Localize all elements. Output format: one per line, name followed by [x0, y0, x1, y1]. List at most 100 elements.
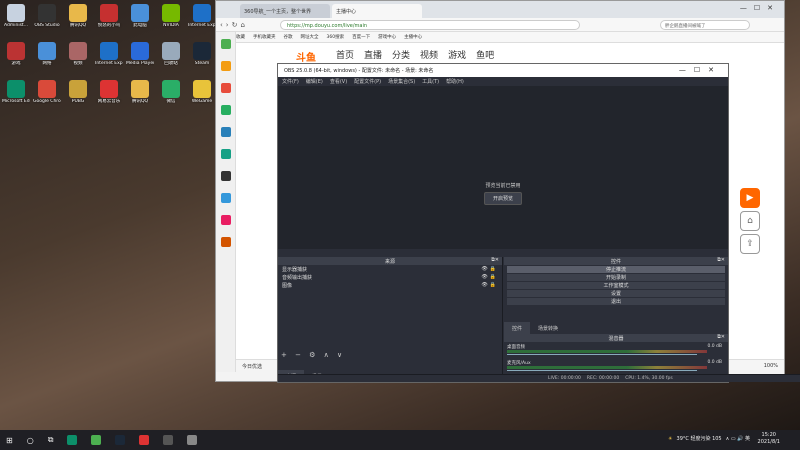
desktop-icon[interactable]: 网易云音乐 [95, 80, 123, 114]
obs-menu-item[interactable]: 工具(T) [422, 78, 439, 85]
home-float-icon[interactable]: ⌂ [740, 211, 760, 231]
desktop-icon[interactable]: 腾讯QQ [126, 80, 154, 114]
obs-menu-item[interactable]: 配置文件(P) [354, 78, 381, 85]
desktop-icon[interactable]: Google Chrome [33, 80, 61, 114]
sidebar-app-icon[interactable] [220, 61, 231, 71]
edge-icon[interactable] [67, 435, 78, 445]
bookmarks-bar: 收藏 手机收藏夹 谷歌 网址大全 360搜索 百度一下 游戏中心 主播中心 [216, 32, 784, 43]
obs-menu-item[interactable]: 文件(F) [282, 78, 299, 85]
site-nav-item[interactable]: 分类 [392, 48, 410, 61]
sidebar-app-icon[interactable] [220, 149, 231, 159]
sidebar-app-icon[interactable] [220, 127, 231, 137]
desktop-icon[interactable]: 视频 [64, 42, 92, 76]
preview-disabled-text: 预览当前已禁用 [485, 183, 521, 189]
site-nav-item[interactable]: 首页 [336, 48, 354, 61]
task-view-icon[interactable]: ⧉ [48, 435, 54, 445]
source-item[interactable]: 显示器捕获 👁🔒 [278, 265, 502, 273]
source-toolbar[interactable]: + − ⚙ ∧ ∨ [278, 351, 503, 360]
desktop-icon[interactable]: 愤怒的小鸟 [95, 4, 123, 38]
sidebar-app-icon[interactable] [220, 193, 231, 203]
desktop-icon[interactable]: 微信 [157, 80, 185, 114]
source-item[interactable]: 音频输出捕获 👁🔒 [278, 273, 502, 281]
site-nav-item[interactable]: 直播 [364, 48, 382, 61]
desktop-icon-image [38, 42, 56, 60]
site-nav-item[interactable]: 游戏 [448, 48, 466, 61]
sidebar-app-icon[interactable] [220, 83, 231, 93]
zoom-level[interactable]: 100% [764, 363, 778, 369]
source-item[interactable]: 图像 👁🔒 [278, 281, 502, 289]
obs-menu-item[interactable]: 帮助(H) [446, 78, 464, 85]
app-icon[interactable] [139, 435, 150, 445]
start-icon[interactable]: ⊞ [6, 436, 13, 445]
sidebar-app-icon[interactable] [220, 39, 231, 49]
share-float-icon[interactable]: ⇪ [740, 234, 760, 254]
desktop-icon[interactable]: 此电脑 [126, 4, 154, 38]
site-nav-item[interactable]: 鱼吧 [476, 48, 494, 61]
exit-button[interactable]: 退出 [507, 298, 725, 305]
desktop-icon[interactable]: Administ... [2, 4, 30, 38]
app-icon[interactable] [187, 435, 198, 445]
browser-window-controls[interactable]: —☐✕ [740, 4, 780, 12]
desktop-icon[interactable]: 网络 [33, 42, 61, 76]
studio-mode-button[interactable]: 工作室模式 [507, 282, 725, 289]
enable-preview-button[interactable]: 开启预览 [483, 192, 522, 205]
obs-icon[interactable] [163, 435, 174, 445]
desktop-icon[interactable]: 腾讯QQ [64, 4, 92, 38]
browser-tab-360nav[interactable]: 360导航_一个主页，整个世界 [240, 4, 330, 18]
volume-slider[interactable] [507, 354, 697, 355]
obs-menu-item[interactable]: 场景集合(S) [388, 78, 415, 85]
settings-button[interactable]: 设置 [507, 290, 725, 297]
desktop-icon[interactable]: 回收站 [157, 42, 185, 76]
mixer-channel-db: 0.0 dB [707, 344, 722, 349]
bookmark-item[interactable]: 网址大全 [301, 34, 319, 40]
douyu-logo[interactable]: 斗鱼 [296, 49, 316, 64]
search-icon[interactable]: ○ [27, 436, 34, 445]
desktop-icon[interactable]: WeGame [188, 80, 216, 114]
mixer-channel-db: 0.0 dB [707, 360, 722, 365]
bookmark-item[interactable]: 360搜索 [327, 34, 345, 40]
obs-window-controls[interactable]: —☐✕ [679, 66, 722, 74]
source-visibility-lock-icons[interactable]: 👁🔒 [481, 282, 498, 288]
desktop-icon[interactable]: PUBG [64, 80, 92, 114]
browser-tab-anchor-center[interactable]: 主播中心 [332, 4, 422, 18]
desktop-icon[interactable]: OBS Studio [33, 4, 61, 38]
desktop-icon[interactable]: Internet Explorer [188, 4, 216, 38]
source-visibility-lock-icons[interactable]: 👁🔒 [481, 266, 498, 272]
bookmark-item[interactable]: 百度一下 [352, 34, 370, 40]
browser-360-icon[interactable] [91, 435, 102, 445]
sidebar-app-icon[interactable] [220, 215, 231, 225]
obs-menu-item[interactable]: 编辑(E) [306, 78, 323, 85]
desktop-icon-image [38, 80, 56, 98]
desktop-icon[interactable]: Steam [188, 42, 216, 76]
desktop-icon-label: 微信 [166, 99, 176, 104]
url-input[interactable]: https://mp.douyu.com/live/main [280, 19, 580, 30]
bookmark-item[interactable]: 游戏中心 [378, 34, 396, 40]
weather-text[interactable]: 39°C 轻度污染 105 [677, 435, 722, 442]
stop-streaming-button[interactable]: 停止推流 [507, 266, 725, 273]
obs-menu-item[interactable]: 查看(V) [330, 78, 347, 85]
source-visibility-lock-icons[interactable]: 👁🔒 [481, 274, 498, 280]
volume-slider[interactable] [507, 370, 697, 371]
bookmark-item[interactable]: 谷歌 [284, 34, 293, 40]
start-recording-button[interactable]: 开始录制 [507, 274, 725, 281]
desktop-icon[interactable]: 游戏 [2, 42, 30, 76]
steam-icon[interactable] [115, 435, 126, 445]
clock[interactable]: 15:20 2021/8/1 [758, 432, 780, 446]
desktop-icon[interactable]: Microsoft Edge [2, 80, 30, 114]
desktop-icon[interactable]: Internet Explorer [95, 42, 123, 76]
sidebar-app-icon[interactable] [220, 171, 231, 181]
browser-search-input[interactable]: 胖企鹅直播间被喊了 [660, 19, 750, 30]
sidebar-app-icon[interactable] [220, 237, 231, 247]
bookmark-item[interactable]: 主播中心 [404, 34, 422, 40]
nav-buttons[interactable]: ‹›↻⌂ [220, 21, 280, 29]
bookmark-item[interactable]: 手机收藏夹 [253, 34, 276, 40]
sidebar-app-icon[interactable] [220, 105, 231, 115]
desktop-icon[interactable]: NVIDIA [157, 4, 185, 38]
live-float-icon[interactable]: ▶ [740, 188, 760, 208]
desktop-icon[interactable]: Media Player [126, 42, 154, 76]
desktop-icon-image [100, 4, 118, 22]
bookmark-item[interactable]: 收藏 [236, 34, 245, 40]
controls-dock-title: 控件 ⧉✕ [504, 257, 728, 265]
site-nav-item[interactable]: 视频 [420, 48, 438, 61]
tray-icons[interactable]: ∧ ▭ 🔊 英 [726, 435, 750, 442]
